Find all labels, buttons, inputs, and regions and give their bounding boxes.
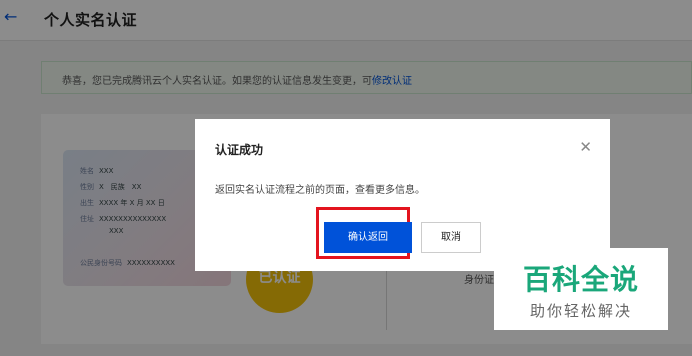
watermark: 百科全说 助你轻松解决 (494, 248, 668, 330)
watermark-title: 百科全说 (522, 263, 639, 296)
dialog-title: 认证成功 (215, 143, 264, 157)
watermark-subtitle: 助你轻松解决 (529, 302, 632, 320)
close-icon[interactable]: ✕ (579, 140, 592, 155)
cancel-button[interactable]: 取消 (421, 222, 481, 253)
confirm-return-button[interactable]: 确认返回 (324, 222, 412, 253)
dialog-message: 返回实名认证流程之前的页面，查看更多信息。 (215, 185, 425, 196)
